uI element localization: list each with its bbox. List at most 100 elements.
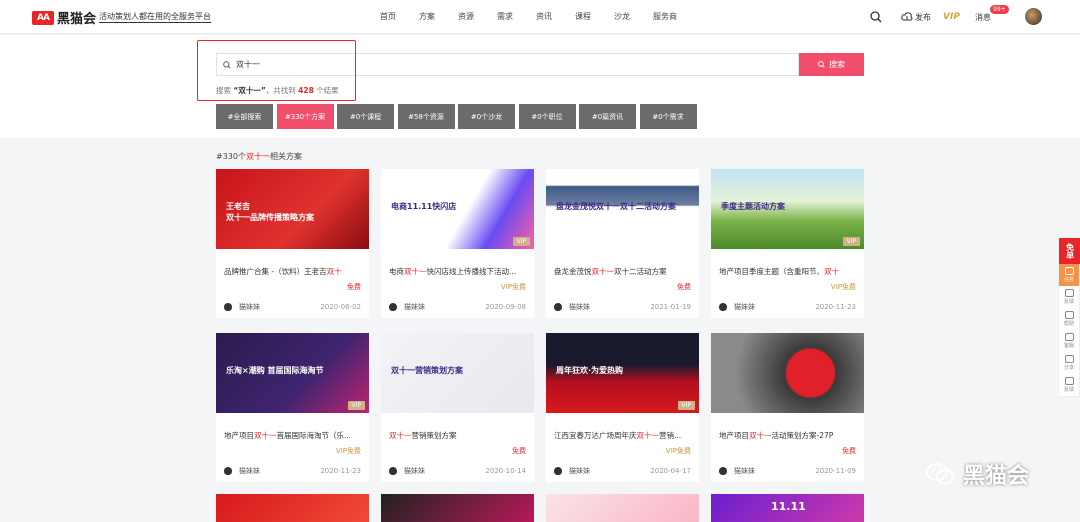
card-author[interactable]: 猫妹妹 xyxy=(719,302,755,312)
filter-tab[interactable]: #0个职位 xyxy=(518,104,576,129)
result-card[interactable]: 周年狂欢·为爱热购 VIP 江西宜春万达广场周年庆双十一营销... VIP免费 猫妹妹 2… xyxy=(546,333,699,482)
card-author[interactable]: 猫妹妹 xyxy=(389,466,425,476)
card-footer: 猫妹妹 2020-11-09 xyxy=(719,466,856,476)
card-thumbnail[interactable]: 季度主题活动方案 VIP xyxy=(711,169,864,249)
result-card[interactable]: 季度主题活动方案 VIP 地产项目季度主题（含重阳节、双十 VIP免费 猫妹妹 2020-… xyxy=(711,169,864,318)
filter-tab[interactable]: #58个资源 xyxy=(397,104,455,129)
result-card[interactable]: 电商11.11快闪店 VIP 电商双十一快闪店线上传播线下活动... VIP免费 猫妹妹… xyxy=(381,169,534,318)
publish-button[interactable]: 发布 xyxy=(901,8,931,26)
side-item-share[interactable]: 分享 xyxy=(1059,352,1079,374)
card-date: 2020-11-09 xyxy=(815,467,856,475)
card-price: 免费 xyxy=(842,447,856,455)
card-price: 免费 xyxy=(347,283,361,291)
filter-tab[interactable]: #0篇资讯 xyxy=(579,104,636,129)
nav-item-home[interactable]: 首页 xyxy=(380,11,396,22)
search-icon xyxy=(870,11,882,23)
card-title[interactable]: 品牌推广合集 -（饮料）王老吉双十 xyxy=(224,266,364,277)
result-card[interactable]: 11.11 xyxy=(711,494,864,522)
card-title[interactable]: 盘龙金茂悦双十一双十二活动方案 xyxy=(554,266,694,277)
search-button[interactable]: 搜索 xyxy=(799,53,864,76)
card-title-text: 品牌推广合集 -（饮料）王老吉 xyxy=(224,267,327,276)
vip-tag: VIP xyxy=(347,401,365,410)
side-item-help[interactable]: 帮助 xyxy=(1059,308,1079,330)
card-title-keyword: 双十一 xyxy=(591,267,615,276)
nav-item-salon[interactable]: 沙龙 xyxy=(614,11,630,22)
nav-item-providers[interactable]: 服务商 xyxy=(653,11,677,22)
card-thumbnail[interactable]: 盘龙金茂悦双十一双十二活动方案 xyxy=(546,169,699,249)
nav-item-news[interactable]: 资讯 xyxy=(536,11,552,22)
search-icon xyxy=(818,61,825,68)
card-thumbnail[interactable]: 双十一营销策划方案 xyxy=(381,333,534,413)
filter-tab[interactable]: #330个方案 xyxy=(276,104,334,129)
result-card[interactable] xyxy=(546,494,699,522)
result-card[interactable]: 盘龙金茂悦双十一双十二活动方案 盘龙金茂悦双十一双十二活动方案 免费 猫妹妹 2021-… xyxy=(546,169,699,318)
avatar[interactable] xyxy=(1025,8,1042,25)
nav-item-plans[interactable]: 方案 xyxy=(419,11,435,22)
card-title[interactable]: 地产项目双十一活动策划方案-27P xyxy=(719,430,859,441)
card-title-text: 地产项目 xyxy=(224,431,254,440)
card-thumbnail[interactable]: 王老吉 双十一品牌传播策略方案 xyxy=(216,169,369,249)
card-footer: 猫妹妹 2020-09-08 xyxy=(389,302,526,312)
card-author[interactable]: 猫妹妹 xyxy=(554,302,590,312)
thumbnail-caption: 王老吉 双十一品牌传播策略方案 xyxy=(226,202,314,222)
cat-avatar-icon xyxy=(389,467,397,475)
vip-link[interactable]: VIP xyxy=(943,8,960,26)
card-author[interactable]: 猫妹妹 xyxy=(719,466,755,476)
card-date: 2020-11-23 xyxy=(320,467,361,475)
filter-tab[interactable]: #全部搜索 xyxy=(216,104,273,129)
card-thumbnail[interactable]: 乐淘×潮购 首届国际海淘节 VIP xyxy=(216,333,369,413)
card-title[interactable]: 地产项目季度主题（含重阳节、双十 xyxy=(719,266,859,277)
author-name: 猫妹妹 xyxy=(404,467,425,475)
nav-item-demands[interactable]: 需求 xyxy=(497,11,513,22)
card-thumbnail[interactable] xyxy=(711,333,864,413)
card-thumbnail[interactable]: 周年狂欢·为爱热购 VIP xyxy=(546,333,699,413)
card-author[interactable]: 猫妹妹 xyxy=(224,302,260,312)
card-title[interactable]: 江西宜春万达广场周年庆双十一营销... xyxy=(554,430,694,441)
filter-tab[interactable]: #0个课程 xyxy=(337,104,394,129)
site-logo[interactable]: AA 黑猫会 xyxy=(32,8,96,27)
card-title-text: 盘龙金茂悦 xyxy=(554,267,592,276)
result-card[interactable] xyxy=(381,494,534,522)
result-card[interactable]: 地产项目双十一活动策划方案-27P 免费猫妹妹 2020-11-09 xyxy=(711,333,864,482)
card-title-text: 地产项目季度主题（含重阳节、 xyxy=(719,267,824,276)
card-author[interactable]: 猫妹妹 xyxy=(224,466,260,476)
card-thumbnail[interactable]: 电商11.11快闪店 VIP xyxy=(381,169,534,249)
side-item-report[interactable]: 反馈 xyxy=(1059,374,1079,396)
side-item-task[interactable]: 任务 xyxy=(1059,264,1079,286)
result-card[interactable] xyxy=(216,494,369,522)
card-title-keyword: 双十一 xyxy=(389,431,412,440)
nav-item-resources[interactable]: 资源 xyxy=(458,11,474,22)
result-card[interactable]: 王老吉 双十一品牌传播策略方案 品牌推广合集 -（饮料）王老吉双十 免费 猫妹妹 202… xyxy=(216,169,369,318)
cat-avatar-icon xyxy=(389,303,397,311)
filter-tab[interactable]: #0个沙龙 xyxy=(458,104,515,129)
free-order-button[interactable]: 免单 xyxy=(1059,238,1080,264)
message-link[interactable]: 消息 xyxy=(975,8,991,26)
author-name: 猫妹妹 xyxy=(569,303,590,311)
filter-tab[interactable]: #0个需求 xyxy=(639,104,697,129)
site-slogan: 活动策划人都在用的全服务平台 xyxy=(99,12,211,23)
card-author[interactable]: 猫妹妹 xyxy=(554,466,590,476)
card-price: VIP免费 xyxy=(335,447,361,455)
card-author[interactable]: 猫妹妹 xyxy=(389,302,425,312)
card-title[interactable]: 双十一营销策划方案 xyxy=(389,430,529,441)
card-date: 2021-01-19 xyxy=(650,303,691,311)
side-item-feedback[interactable]: 反馈 xyxy=(1059,286,1079,308)
result-card[interactable]: 乐淘×潮购 首届国际海淘节 VIP 地产项目双十一首届国际海淘节（乐... VIP免费… xyxy=(216,333,369,482)
main-nav: 首页 方案 资源 需求 资讯 课程 沙龙 服务商 xyxy=(380,11,700,22)
result-card[interactable]: 双十一营销策划方案 双十一营销策划方案 免费 猫妹妹 2020-10-14 xyxy=(381,333,534,482)
section-keyword: 双十一 xyxy=(245,152,270,161)
card-title-text: 营销策划方案 xyxy=(411,431,457,440)
side-item-service[interactable]: 客服 xyxy=(1059,330,1079,352)
section-prefix: #330个 xyxy=(216,152,246,161)
card-price: 免费 xyxy=(677,283,691,291)
card-footer: 猫妹妹 2020-10-14 xyxy=(389,466,526,476)
header-search-button[interactable] xyxy=(870,8,882,26)
thumbnail-caption: 盘龙金茂悦双十一双十二活动方案 xyxy=(556,202,676,211)
side-item-label: 任务 xyxy=(1063,277,1074,283)
cat-avatar-icon xyxy=(224,467,232,475)
card-title[interactable]: 地产项目双十一首届国际海淘节（乐... xyxy=(224,430,364,441)
card-title[interactable]: 电商双十一快闪店线上传播线下活动... xyxy=(389,266,529,277)
nav-item-courses[interactable]: 课程 xyxy=(575,11,591,22)
wechat-watermark: 黑猫会 xyxy=(925,458,1029,490)
card-price: VIP免费 xyxy=(830,283,856,291)
